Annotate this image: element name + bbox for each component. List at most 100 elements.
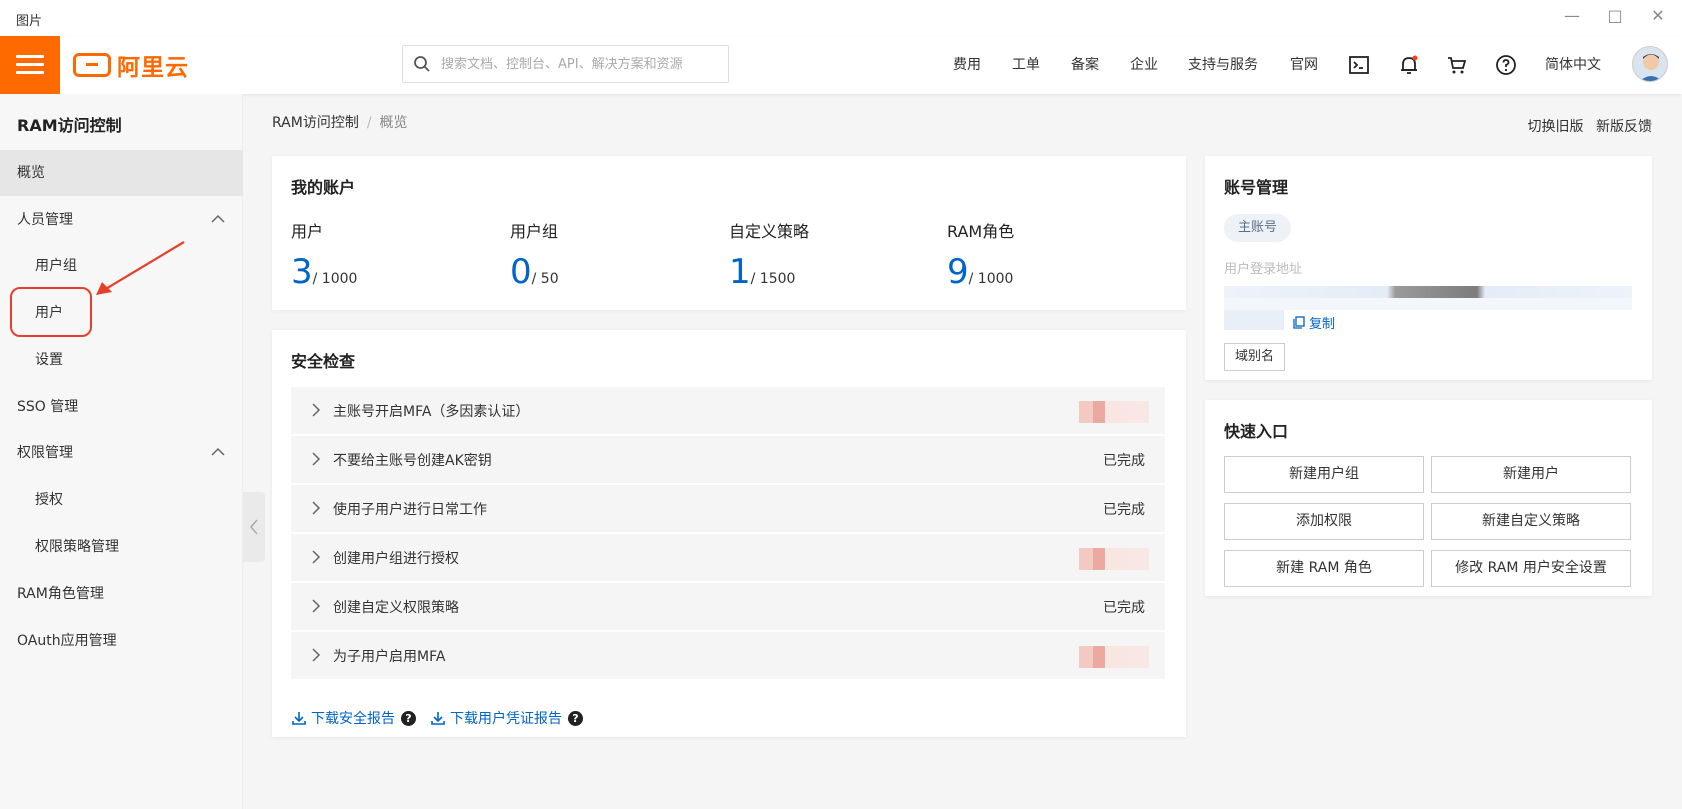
top-header: 阿里云 费用 工单 备案 企业 支持与服务 官网 简体中文 xyxy=(0,36,1682,94)
breadcrumb-root[interactable]: RAM访问控制 xyxy=(272,115,359,131)
sidebar-item-grants[interactable]: 授权 xyxy=(0,477,243,523)
stat-label: RAM角色 xyxy=(947,222,1015,241)
help-circle-icon[interactable]: ? xyxy=(568,710,583,726)
nav-official-site[interactable]: 官网 xyxy=(1290,36,1318,94)
search-box[interactable] xyxy=(402,45,729,83)
chevron-up-icon xyxy=(211,447,225,456)
sidebar-item-identities[interactable]: 人员管理 xyxy=(0,197,243,243)
create-user-group-button[interactable]: 新建用户组 xyxy=(1224,456,1424,493)
chevron-right-icon xyxy=(312,403,321,417)
stat-value: 3 xyxy=(291,252,313,292)
check-row-no-ak[interactable]: 不要给主账号创建AK密钥 已完成 xyxy=(291,436,1165,483)
logo-text: 阿里云 xyxy=(117,55,189,81)
chevron-right-icon xyxy=(312,501,321,515)
nav-fees[interactable]: 费用 xyxy=(953,36,981,94)
nav-enterprise[interactable]: 企业 xyxy=(1130,36,1158,94)
check-status: 已完成 xyxy=(1103,600,1145,616)
create-ram-role-button[interactable]: 新建 RAM 角色 xyxy=(1224,550,1424,587)
sidebar-item-ram-roles[interactable]: RAM角色管理 xyxy=(0,571,243,617)
chevron-right-icon xyxy=(312,452,321,466)
card-title: 我的账户 xyxy=(291,178,356,197)
copy-button[interactable]: 复制 xyxy=(1293,313,1335,332)
check-row-mfa-sub[interactable]: 为子用户启用MFA xyxy=(291,632,1165,679)
help-circle-icon[interactable]: ? xyxy=(401,710,416,726)
download-links: 下载安全报告 ? 下载用户凭证报告 ? xyxy=(291,708,597,728)
switch-old-version-link[interactable]: 切换旧版 xyxy=(1528,119,1584,135)
stat-value: 1 xyxy=(729,252,751,292)
feedback-link[interactable]: 新版反馈 xyxy=(1596,119,1652,135)
my-account-card: 我的账户 用户 3/ 1000 用户组 0/ 50 自定义策略 1/ 1500 … xyxy=(272,156,1186,310)
logo-mark-icon xyxy=(73,53,111,77)
chevron-right-icon xyxy=(312,550,321,564)
download-icon xyxy=(431,712,445,725)
stat-value: 9 xyxy=(947,252,969,292)
sidebar-item-label: 人员管理 xyxy=(17,212,73,228)
search-input[interactable] xyxy=(441,52,721,76)
aliyun-logo[interactable]: 阿里云 xyxy=(73,49,189,81)
ram-user-security-settings-button[interactable]: 修改 RAM 用户安全设置 xyxy=(1431,550,1631,587)
check-row-custom-policy[interactable]: 创建自定义权限策略 已完成 xyxy=(291,583,1165,630)
stat-user-groups[interactable]: 用户组 0/ 50 xyxy=(510,218,559,292)
sidebar-item-overview[interactable]: 概览 xyxy=(0,150,243,196)
stat-limit: / 1000 xyxy=(312,271,358,287)
nav-filing[interactable]: 备案 xyxy=(1071,36,1099,94)
close-icon[interactable]: ✕ xyxy=(1643,4,1673,28)
bell-icon[interactable] xyxy=(1397,53,1421,77)
domain-alias-button[interactable]: 域别名 xyxy=(1224,343,1286,371)
check-label: 使用子用户进行日常工作 xyxy=(333,502,487,518)
sidebar-item-oauth[interactable]: OAuth应用管理 xyxy=(0,618,243,664)
sidebar-collapse-handle[interactable] xyxy=(243,492,265,562)
card-title: 安全检查 xyxy=(291,352,356,371)
avatar-face-icon xyxy=(1640,54,1662,81)
user-avatar[interactable] xyxy=(1632,46,1668,82)
check-row-user-groups[interactable]: 创建用户组进行授权 xyxy=(291,534,1165,581)
breadcrumb-separator: / xyxy=(366,115,372,131)
annotation-arrow-icon xyxy=(96,241,185,295)
sidebar-item-settings[interactable]: 设置 xyxy=(0,337,243,383)
help-icon[interactable] xyxy=(1494,53,1518,77)
terminal-icon[interactable] xyxy=(1347,53,1371,77)
stat-limit: / 1500 xyxy=(750,271,796,287)
menu-icon[interactable] xyxy=(0,36,60,94)
check-label: 不要给主账号创建AK密钥 xyxy=(333,453,492,469)
check-row-mfa-main[interactable]: 主账号开启MFA（多因素认证） xyxy=(291,387,1165,434)
stat-users[interactable]: 用户 3/ 1000 xyxy=(291,218,357,292)
create-custom-policy-button[interactable]: 新建自定义策略 xyxy=(1431,503,1631,540)
stat-limit: / 50 xyxy=(531,271,559,287)
language-switch[interactable]: 简体中文 xyxy=(1545,36,1601,94)
login-url-label: 用户登录地址 xyxy=(1224,262,1303,277)
create-user-button[interactable]: 新建用户 xyxy=(1431,456,1631,493)
search-icon xyxy=(414,56,430,72)
minimize-icon[interactable]: — xyxy=(1557,4,1587,28)
sidebar-item-permissions[interactable]: 权限管理 xyxy=(0,430,243,476)
top-links: 切换旧版 新版反馈 xyxy=(1520,116,1652,136)
check-label: 主账号开启MFA（多因素认证） xyxy=(333,404,530,420)
download-credential-report-link[interactable]: 下载用户凭证报告 xyxy=(450,708,562,728)
breadcrumb: RAM访问控制 / 概览 xyxy=(272,112,408,132)
add-permission-button[interactable]: 添加权限 xyxy=(1224,503,1424,540)
redacted-status xyxy=(1079,548,1149,570)
highlight-box xyxy=(10,287,92,337)
copy-icon xyxy=(1293,316,1305,329)
maximize-icon[interactable]: □ xyxy=(1600,4,1630,28)
redacted-login-url-2 xyxy=(1224,298,1632,310)
check-label: 为子用户启用MFA xyxy=(333,649,446,665)
stat-limit: / 1000 xyxy=(968,271,1014,287)
sidebar-item-policies[interactable]: 权限策略管理 xyxy=(0,524,243,570)
chevron-right-icon xyxy=(312,599,321,613)
download-security-report-link[interactable]: 下载安全报告 xyxy=(311,708,395,728)
stat-value: 0 xyxy=(510,252,532,292)
stat-ram-roles[interactable]: RAM角色 9/ 1000 xyxy=(947,218,1014,292)
check-row-sub-users[interactable]: 使用子用户进行日常工作 已完成 xyxy=(291,485,1165,532)
redacted-status xyxy=(1079,401,1149,423)
copy-label: 复制 xyxy=(1309,317,1336,332)
sidebar-item-sso[interactable]: SSO 管理 xyxy=(0,384,243,430)
stat-custom-policies[interactable]: 自定义策略 1/ 1500 xyxy=(729,218,809,292)
cart-icon[interactable] xyxy=(1445,53,1469,77)
download-icon xyxy=(292,712,306,725)
nav-tickets[interactable]: 工单 xyxy=(1012,36,1040,94)
security-check-card: 安全检查 主账号开启MFA（多因素认证） 不要给主账号创建AK密钥 已完成 使用… xyxy=(272,330,1186,737)
check-label: 创建自定义权限策略 xyxy=(333,600,459,616)
sidebar-item-label: 权限管理 xyxy=(17,445,73,461)
nav-support[interactable]: 支持与服务 xyxy=(1188,36,1258,94)
